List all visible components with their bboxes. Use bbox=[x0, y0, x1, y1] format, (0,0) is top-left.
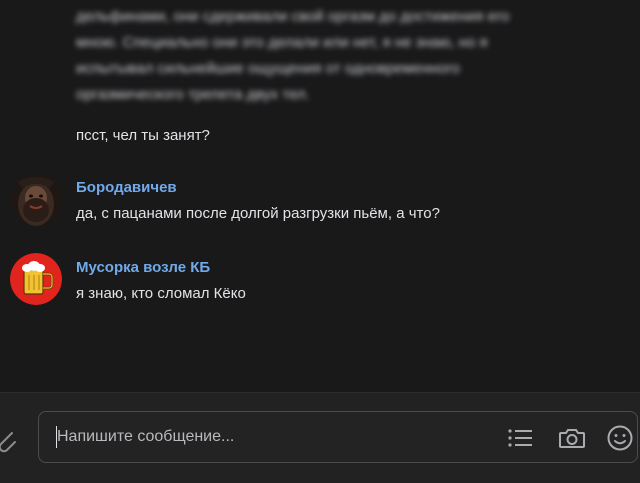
beer-mug-avatar-icon bbox=[10, 253, 62, 305]
paperclip-icon[interactable] bbox=[0, 425, 18, 455]
message-text: да, с пацанами после долгой разгрузки пь… bbox=[76, 205, 440, 222]
list-icon[interactable] bbox=[505, 423, 535, 453]
message-composer bbox=[38, 411, 638, 463]
blurred-message: дельфинами, они сдерживали свой оргазм д… bbox=[76, 4, 636, 108]
message-author[interactable]: Бородавичев bbox=[76, 179, 177, 196]
avatar[interactable] bbox=[10, 174, 62, 226]
message-feed[interactable]: дельфинами, они сдерживали свой оргазм д… bbox=[0, 0, 640, 392]
message-author[interactable]: Мусорка возле КБ bbox=[76, 259, 210, 276]
camera-icon[interactable] bbox=[557, 423, 587, 453]
blurred-line: дельфинами, они сдерживали свой оргазм д… bbox=[76, 8, 510, 25]
message-text: псст, чел ты занят? bbox=[76, 127, 210, 144]
emoji-icon[interactable] bbox=[605, 423, 635, 453]
message-input[interactable] bbox=[57, 424, 477, 450]
blurred-line: оргазмического трепета двух тел. bbox=[76, 86, 310, 103]
blurred-line: мною. Специально они это делали или нет,… bbox=[76, 34, 488, 51]
avatar[interactable] bbox=[10, 253, 62, 305]
message-text: я знаю, кто сломал Кёко bbox=[76, 285, 246, 302]
composer-area bbox=[0, 392, 640, 483]
blurred-line: испытывал сильнейшие ощущения от одновре… bbox=[76, 60, 460, 77]
bearded-man-avatar-icon bbox=[10, 174, 62, 226]
